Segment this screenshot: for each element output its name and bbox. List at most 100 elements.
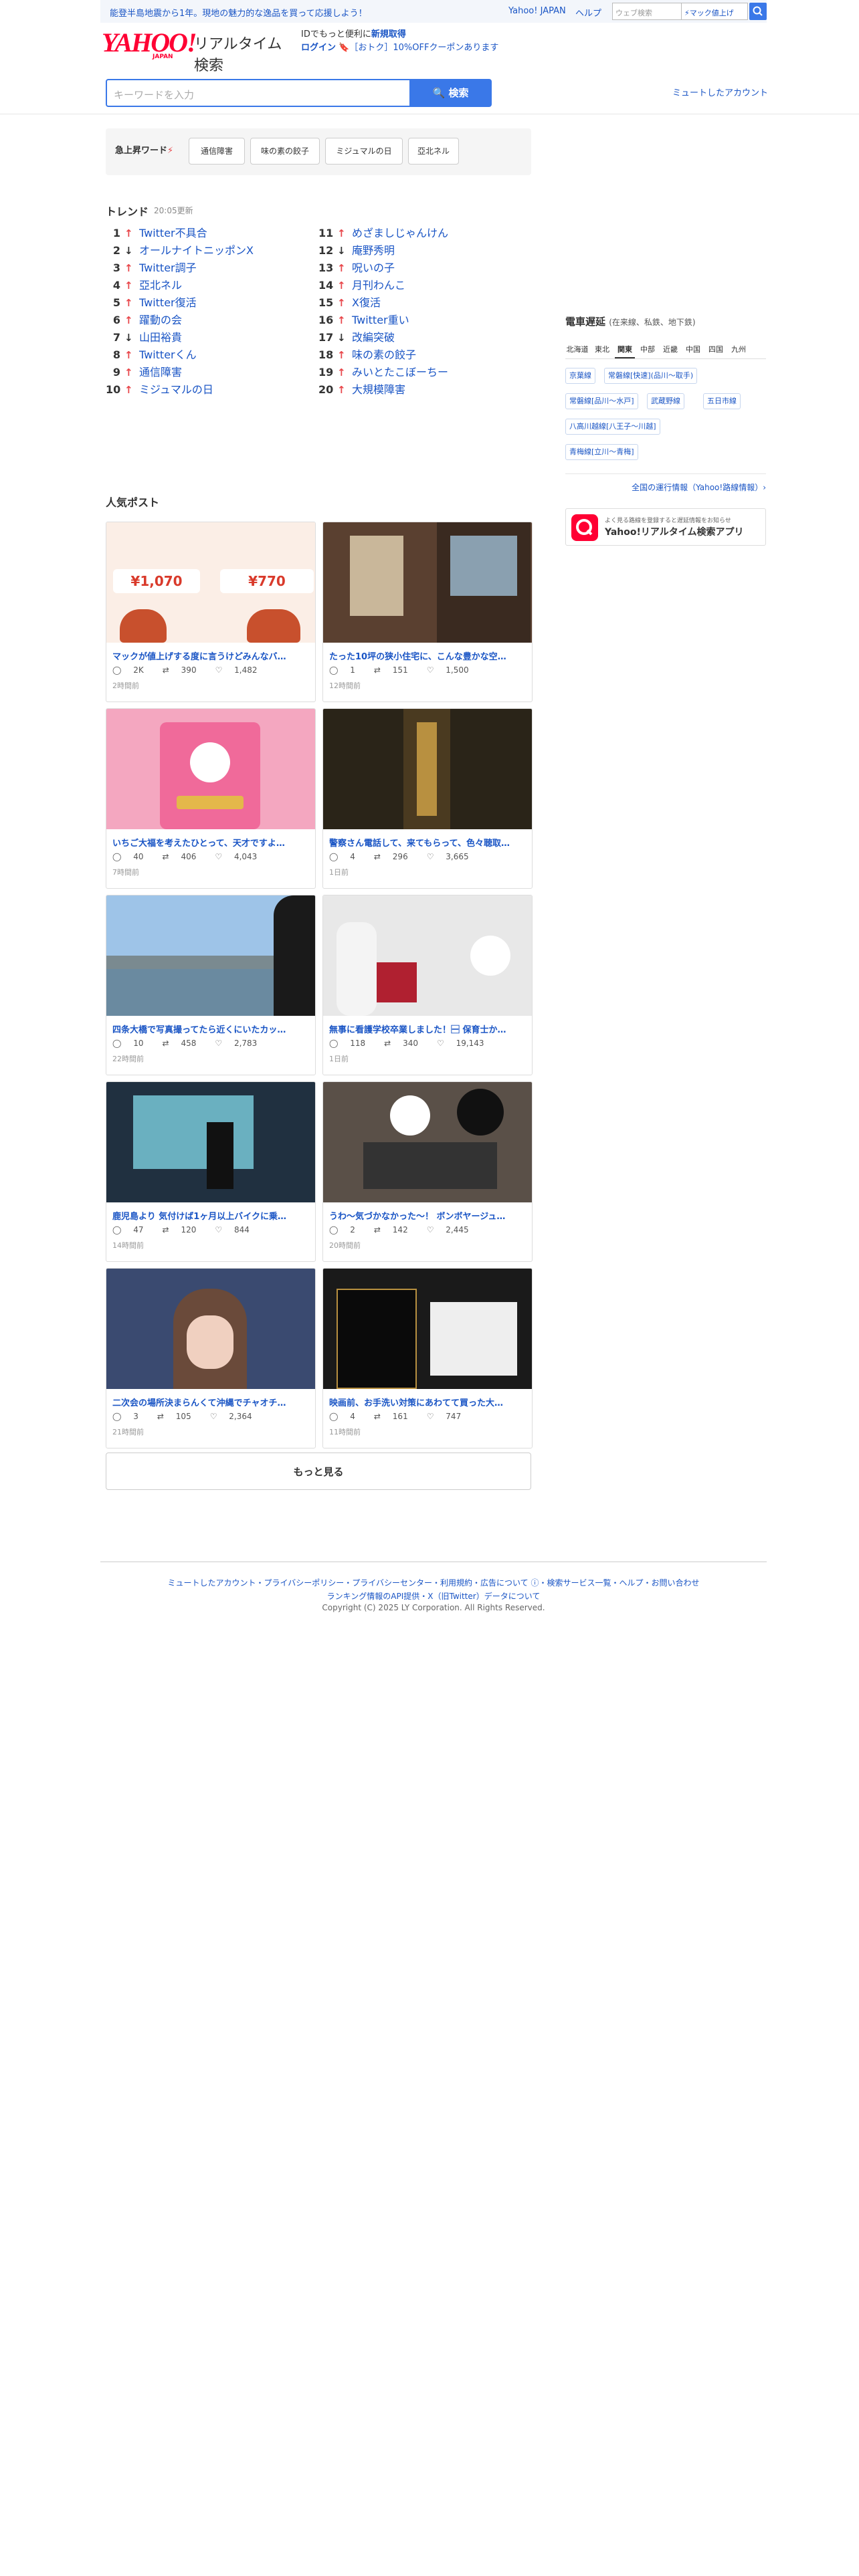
post-title[interactable]: 無事に看護学校卒業しました！🈩 保育士か… bbox=[329, 1023, 527, 1035]
search-input[interactable]: キーワードを入力 bbox=[106, 79, 412, 107]
trend-word[interactable]: 山田裕貴 bbox=[139, 329, 182, 346]
trend-word[interactable]: 亞北ネル bbox=[139, 277, 182, 294]
trend-word[interactable]: オールナイトニッポンX bbox=[139, 242, 254, 259]
post-title[interactable]: たった10坪の狭小住宅に、こんな豊かな空… bbox=[329, 649, 527, 662]
trend-item[interactable]: 8 ↑ Twitterくん bbox=[106, 346, 306, 364]
delayed-line-chip[interactable]: 青梅線[立川〜青梅] bbox=[565, 444, 638, 460]
region-tab[interactable]: 東北 bbox=[592, 342, 612, 358]
post-card[interactable]: 二次会の場所決まらんくて沖縄でチャオチ… ◯ 3 ⇄ 105 ♡ 2,364 21時間前 bbox=[106, 1268, 316, 1448]
web-search-input[interactable]: ウェブ検索 bbox=[612, 3, 681, 20]
trend-item[interactable]: 3 ↑ Twitter調子 bbox=[106, 259, 306, 277]
trend-item[interactable]: 16 ↑ Twitter重い bbox=[318, 312, 519, 329]
post-image[interactable] bbox=[106, 1269, 315, 1389]
post-image[interactable] bbox=[323, 709, 532, 829]
delayed-line-chip[interactable]: 常磐線[快速](品川〜取手) bbox=[604, 368, 698, 384]
rising-chip[interactable]: 通信障害 bbox=[189, 138, 245, 165]
region-tab[interactable]: 北海道 bbox=[565, 342, 589, 358]
region-tab[interactable]: 四国 bbox=[706, 342, 726, 358]
trend-word[interactable]: Twitter重い bbox=[352, 312, 409, 329]
post-title[interactable]: 四条大橋で写真撮ってたら近くにいたカッ… bbox=[112, 1023, 310, 1035]
post-image[interactable] bbox=[106, 895, 315, 1016]
trend-word[interactable]: X復活 bbox=[352, 294, 381, 312]
trend-word[interactable]: Twitterくん bbox=[139, 346, 197, 364]
post-card[interactable]: 映画前、お手洗い対策にあわてて買った大… ◯ 4 ⇄ 161 ♡ 747 11時間前 bbox=[322, 1268, 533, 1448]
region-tab[interactable]: 近畿 bbox=[660, 342, 680, 358]
post-card[interactable]: うわ〜気づかなかった〜！ ボンボヤージュ… ◯ 2 ⇄ 142 ♡ 2,445 20時間… bbox=[322, 1081, 533, 1262]
post-image[interactable] bbox=[323, 522, 532, 643]
trend-item[interactable]: 12 ↓ 庵野秀明 bbox=[318, 242, 519, 259]
trend-item[interactable]: 5 ↑ Twitter復活 bbox=[106, 294, 306, 312]
search-button[interactable]: 🔍 検索 bbox=[409, 79, 492, 107]
promo-link[interactable]: 能登半島地震から1年。現地の魅力的な逸品を買って応援しよう！ bbox=[110, 6, 367, 19]
coupon-link[interactable]: ［おトク］10%OFFクーポンあります bbox=[349, 43, 498, 53]
footer-api-links[interactable]: ランキング情報のAPI提供・X（旧Twitter）データについて bbox=[100, 1590, 767, 1602]
trend-item[interactable]: 18 ↑ 味の素の餃子 bbox=[318, 346, 519, 364]
trend-word[interactable]: 味の素の餃子 bbox=[352, 346, 416, 364]
post-title[interactable]: 鹿児島より 気付けば1ヶ月以上バイクに乗… bbox=[112, 1209, 310, 1222]
footer-links[interactable]: ミュートしたアカウント・プライバシーポリシー・プライバシーセンター・利用規約・広… bbox=[100, 1577, 767, 1588]
trend-item[interactable]: 7 ↓ 山田裕貴 bbox=[106, 329, 306, 346]
trend-word[interactable]: 通信障害 bbox=[139, 364, 182, 381]
search-suggest-chip[interactable]: ⚡マック値上げ bbox=[681, 3, 748, 20]
trend-word[interactable]: 躍動の会 bbox=[139, 312, 182, 329]
post-title[interactable]: 映画前、お手洗い対策にあわてて買った大… bbox=[329, 1396, 527, 1408]
trend-word[interactable]: 呪いの子 bbox=[352, 259, 395, 277]
help-link[interactable]: ヘルプ bbox=[575, 6, 601, 19]
yahoo-japan-link[interactable]: Yahoo! JAPAN bbox=[508, 6, 566, 16]
trend-item[interactable]: 14 ↑ 月刊わんこ bbox=[318, 277, 519, 294]
post-title[interactable]: うわ〜気づかなかった〜！ ボンボヤージュ… bbox=[329, 1209, 527, 1222]
web-search-button[interactable] bbox=[749, 3, 767, 20]
delayed-line-chip[interactable]: 五日市線 bbox=[703, 393, 741, 409]
post-image[interactable] bbox=[323, 895, 532, 1016]
trend-word[interactable]: めざましじゃんけん bbox=[352, 225, 448, 242]
post-image[interactable] bbox=[106, 709, 315, 829]
trend-item[interactable]: 11 ↑ めざましじゃんけん bbox=[318, 225, 519, 242]
region-tab[interactable]: 中国 bbox=[683, 342, 703, 358]
trend-item[interactable]: 6 ↑ 躍動の会 bbox=[106, 312, 306, 329]
post-title[interactable]: マックが値上げする度に言うけどみんなバ… bbox=[112, 649, 310, 662]
trend-item[interactable]: 9 ↑ 通信障害 bbox=[106, 364, 306, 381]
muted-accounts-link[interactable]: ミュートしたアカウント bbox=[672, 86, 768, 98]
trend-item[interactable]: 19 ↑ みいとたこぼーちー bbox=[318, 364, 519, 381]
trend-item[interactable]: 15 ↑ X復活 bbox=[318, 294, 519, 312]
trend-word[interactable]: 改編突破 bbox=[352, 329, 395, 346]
post-card[interactable]: いちご大福を考えたひとって、天才ですよ… ◯ 40 ⇄ 406 ♡ 4,043 7時間前 bbox=[106, 708, 316, 889]
post-card[interactable]: ¥1,070 ¥770 マックが値上げする度に言うけどみんなバ… ◯ 2K ⇄ 390 ♡… bbox=[106, 522, 316, 702]
region-tab[interactable]: 九州 bbox=[729, 342, 749, 358]
rising-chip[interactable]: ミジュマルの日 bbox=[325, 138, 403, 165]
login-link[interactable]: ログイン bbox=[301, 43, 336, 53]
trend-word[interactable]: Twitter調子 bbox=[139, 259, 197, 277]
delayed-line-chip[interactable]: 常磐線[品川〜水戸] bbox=[565, 393, 638, 409]
region-tab-active[interactable]: 関東 bbox=[615, 342, 635, 358]
post-card[interactable]: 鹿児島より 気付けば1ヶ月以上バイクに乗… ◯ 47 ⇄ 120 ♡ 844 14時間前 bbox=[106, 1081, 316, 1262]
signup-link[interactable]: 新規取得 bbox=[371, 29, 406, 39]
trend-item[interactable]: 20 ↑ 大規模障害 bbox=[318, 381, 519, 399]
trend-item[interactable]: 1 ↑ Twitter不具合 bbox=[106, 225, 306, 242]
trend-item[interactable]: 17 ↓ 改編突破 bbox=[318, 329, 519, 346]
post-card[interactable]: 無事に看護学校卒業しました！🈩 保育士か… ◯ 118 ⇄ 340 ♡ 19,143 1… bbox=[322, 895, 533, 1075]
delayed-line-chip[interactable]: 八高川越線[八王子〜川越] bbox=[565, 419, 660, 435]
delayed-line-chip[interactable]: 京葉線 bbox=[565, 368, 595, 384]
rising-chip[interactable]: 亞北ネル bbox=[408, 138, 459, 165]
trend-word[interactable]: ミジュマルの日 bbox=[139, 381, 213, 399]
app-banner[interactable]: よく見る路線を登録すると遅延情報をお知らせ Yahoo!リアルタイム検索アプリ bbox=[565, 508, 766, 546]
post-image[interactable]: ¥1,070 ¥770 bbox=[106, 522, 315, 643]
more-button[interactable]: もっと見る bbox=[106, 1453, 531, 1490]
post-title[interactable]: いちご大福を考えたひとって、天才ですよ… bbox=[112, 836, 310, 849]
rising-chip[interactable]: 味の素の餃子 bbox=[250, 138, 320, 165]
post-image[interactable] bbox=[323, 1082, 532, 1202]
post-image[interactable] bbox=[323, 1269, 532, 1389]
delayed-line-chip[interactable]: 武蔵野線 bbox=[647, 393, 684, 409]
trend-word[interactable]: 月刊わんこ bbox=[352, 277, 405, 294]
trend-word[interactable]: Twitter復活 bbox=[139, 294, 197, 312]
post-title[interactable]: 二次会の場所決まらんくて沖縄でチャオチ… bbox=[112, 1396, 310, 1408]
region-tab[interactable]: 中部 bbox=[638, 342, 658, 358]
post-card[interactable]: 四条大橋で写真撮ってたら近くにいたカッ… ◯ 10 ⇄ 458 ♡ 2,783 22時間… bbox=[106, 895, 316, 1075]
post-title[interactable]: 警察さん電話して、来てもらって、色々聴取… bbox=[329, 836, 527, 849]
trend-item[interactable]: 13 ↑ 呪いの子 bbox=[318, 259, 519, 277]
trend-word[interactable]: 庵野秀明 bbox=[352, 242, 395, 259]
trend-word[interactable]: みいとたこぼーちー bbox=[352, 364, 448, 381]
trend-word[interactable]: 大規模障害 bbox=[352, 381, 405, 399]
post-card[interactable]: たった10坪の狭小住宅に、こんな豊かな空… ◯ 1 ⇄ 151 ♡ 1,500 12時間… bbox=[322, 522, 533, 702]
trend-item[interactable]: 10 ↑ ミジュマルの日 bbox=[106, 381, 306, 399]
